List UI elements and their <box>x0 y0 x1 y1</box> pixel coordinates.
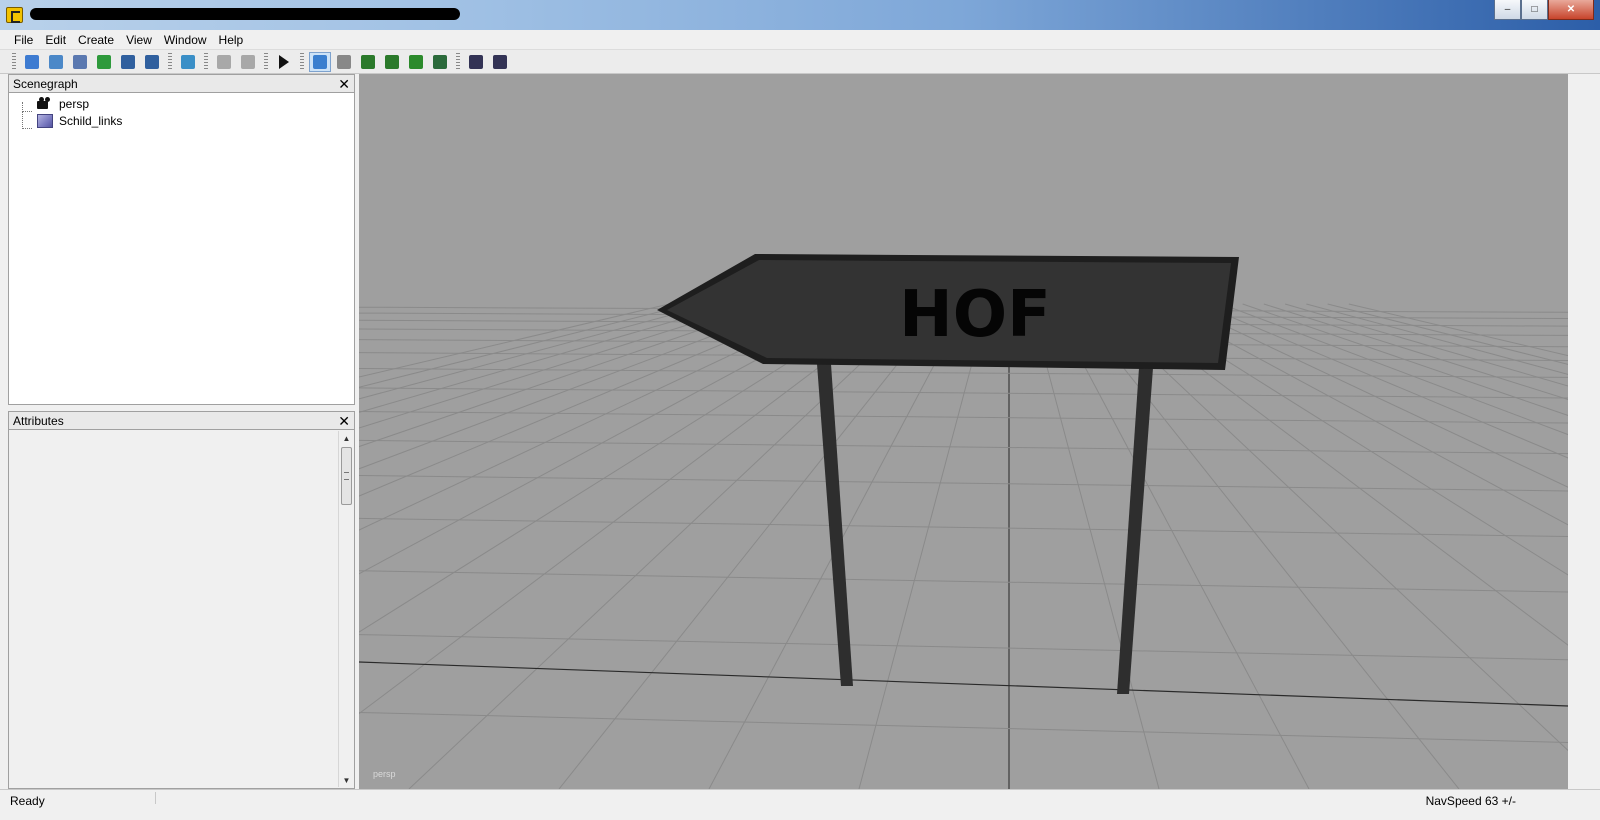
refresh-button[interactable] <box>93 52 115 72</box>
tree-item-label: persp <box>59 96 90 111</box>
tree-item-label: Schild_links <box>59 113 123 128</box>
status-bar: Ready NavSpeed 63 +/- <box>0 789 1600 820</box>
minimize-button[interactable]: – <box>1494 0 1521 20</box>
title-bar: – □ ✕ <box>0 0 1600 30</box>
landscape-icon <box>385 54 399 69</box>
status-text: Ready <box>10 794 45 808</box>
new-scene-button[interactable] <box>21 52 43 72</box>
toolbar-grip[interactable] <box>204 52 208 71</box>
export-button[interactable] <box>429 52 451 72</box>
maximize-button[interactable]: □ <box>1521 0 1548 20</box>
save-icon <box>121 54 135 69</box>
open-file-icon <box>49 54 63 69</box>
import-button[interactable] <box>177 52 199 72</box>
sign-text: HOF <box>899 278 1051 352</box>
open-file-button[interactable] <box>45 52 67 72</box>
right-panel-edge <box>1568 74 1600 789</box>
window-title <box>30 8 460 20</box>
menu-edit[interactable]: Edit <box>39 30 72 49</box>
viewport-camera-label: persp <box>373 769 396 779</box>
undo-button[interactable] <box>213 52 235 72</box>
attributes-header: Attributes ✕ <box>8 411 355 429</box>
status-divider <box>155 792 156 804</box>
toolbar-grip[interactable] <box>168 52 172 71</box>
tree-item-schild-links[interactable]: Schild_links <box>23 112 122 129</box>
home-button[interactable] <box>309 51 331 72</box>
attributes-close-icon[interactable]: ✕ <box>338 414 350 428</box>
refresh-icon <box>97 54 111 69</box>
toolbar-grip[interactable] <box>264 52 268 71</box>
play-button[interactable] <box>273 52 295 72</box>
magnet-button[interactable] <box>333 52 355 72</box>
home-icon <box>313 54 327 69</box>
toolbar-grip[interactable] <box>456 52 460 71</box>
scroll-thumb[interactable] <box>341 447 352 505</box>
ground-grid <box>359 303 1568 789</box>
3d-viewport[interactable]: HOF persp <box>359 74 1568 789</box>
scenegraph-header: Scenegraph ✕ <box>8 74 355 92</box>
scenegraph-panel: Scenegraph ✕ persp Schild_links <box>8 74 355 407</box>
settings-icon <box>493 54 507 69</box>
cube-icon <box>37 113 53 128</box>
terrain-icon <box>361 54 375 69</box>
import-icon <box>181 54 195 69</box>
render-button[interactable] <box>465 52 487 72</box>
scenegraph-title: Scenegraph <box>13 76 78 91</box>
tree-item-persp[interactable]: persp <box>23 95 89 112</box>
sign-post-right <box>1117 368 1153 694</box>
scroll-down-icon[interactable]: ▼ <box>339 773 354 787</box>
camera-icon <box>37 96 53 111</box>
menu-create[interactable]: Create <box>72 30 120 49</box>
play-icon <box>279 54 289 69</box>
landscape-button[interactable] <box>381 52 403 72</box>
app-icon <box>6 7 23 23</box>
new-scene-icon <box>25 54 39 69</box>
script-button[interactable] <box>69 52 91 72</box>
toolbar-grip[interactable] <box>300 52 304 71</box>
menu-window[interactable]: Window <box>158 30 213 49</box>
save-button[interactable] <box>117 52 139 72</box>
viewport-scene: HOF <box>359 254 1568 789</box>
save-as-icon <box>145 54 159 69</box>
terrain-button[interactable] <box>357 52 379 72</box>
scenegraph-close-icon[interactable]: ✕ <box>338 77 350 91</box>
menu-help[interactable]: Help <box>213 30 250 49</box>
attributes-scrollbar[interactable]: ▲ ▼ <box>338 431 353 787</box>
settings-button[interactable] <box>489 52 511 72</box>
attributes-panel: Attributes ✕ ▲ ▼ <box>8 411 355 789</box>
redo-icon <box>241 54 255 69</box>
plant-button[interactable] <box>405 52 427 72</box>
plant-icon <box>409 54 423 69</box>
undo-icon <box>217 54 231 69</box>
menu-bar: File Edit Create View Window Help <box>0 30 1600 50</box>
scenegraph-tree: persp Schild_links <box>8 92 355 405</box>
redo-button[interactable] <box>237 52 259 72</box>
attributes-title: Attributes <box>13 413 64 428</box>
render-icon <box>469 54 483 69</box>
sign-board: HOF <box>657 254 1239 370</box>
export-icon <box>433 54 447 69</box>
attributes-body: ▲ ▼ <box>8 429 355 789</box>
save-as-button[interactable] <box>141 52 163 72</box>
menu-view[interactable]: View <box>120 30 158 49</box>
toolbar-grip[interactable] <box>12 52 16 71</box>
close-window-button[interactable]: ✕ <box>1548 0 1594 20</box>
nav-speed-readout: NavSpeed 63 +/- <box>1425 794 1516 808</box>
window-controls: – □ ✕ <box>1494 0 1594 20</box>
menu-file[interactable]: File <box>8 30 39 49</box>
scroll-up-icon[interactable]: ▲ <box>339 431 354 445</box>
magnet-icon <box>337 54 351 69</box>
script-icon <box>73 54 87 69</box>
toolbar <box>0 50 1600 74</box>
